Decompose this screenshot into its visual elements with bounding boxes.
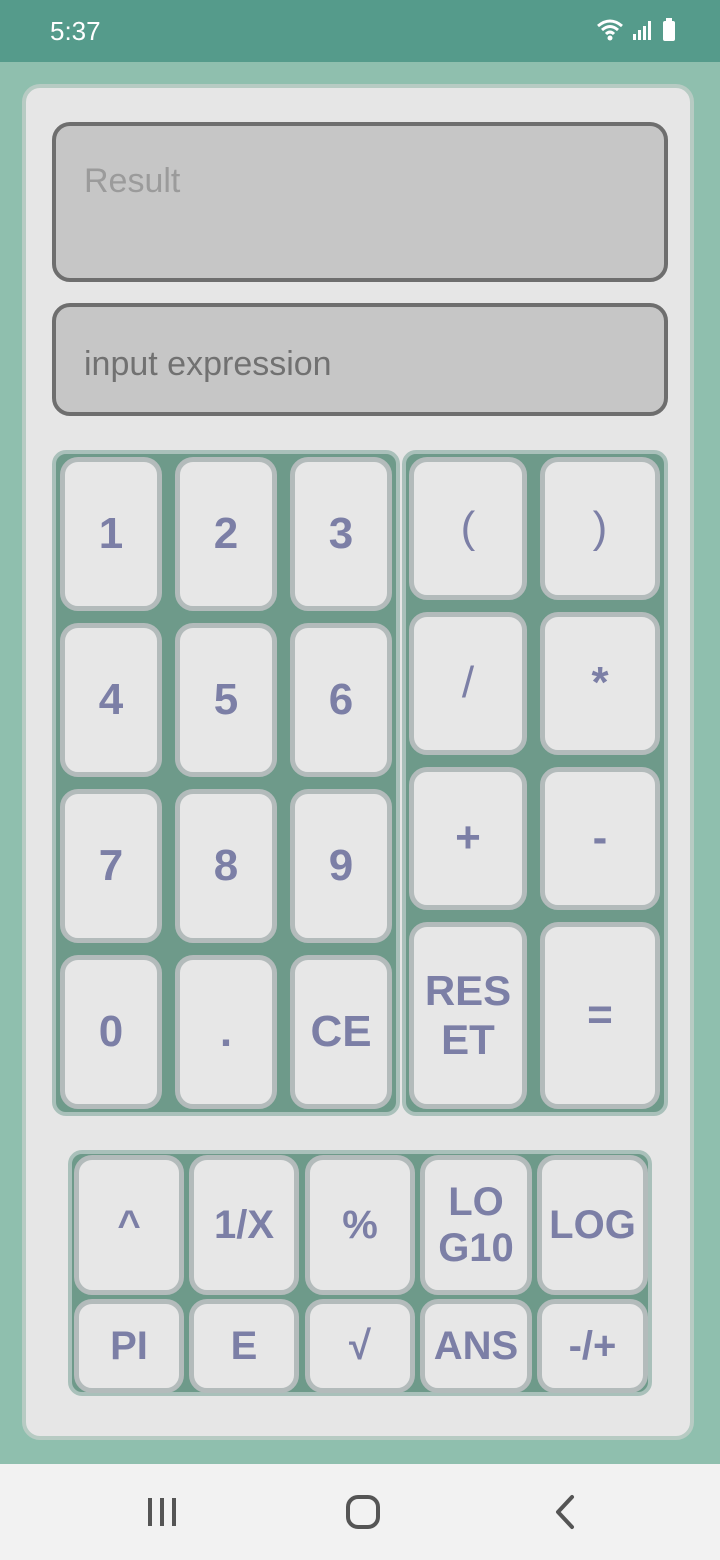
home-icon — [346, 1495, 380, 1529]
key-0[interactable]: 0 — [60, 955, 162, 1109]
key-divide[interactable]: / — [409, 612, 527, 755]
home-button[interactable] — [303, 1464, 423, 1560]
expression-placeholder: input expression — [84, 345, 332, 383]
key-9[interactable]: 9 — [290, 789, 392, 943]
result-placeholder: Result — [84, 162, 181, 200]
back-icon — [556, 1495, 574, 1529]
key-close-paren[interactable]: ) — [540, 457, 660, 600]
key-equals[interactable]: = — [540, 922, 660, 1109]
key-1[interactable]: 1 — [60, 457, 162, 611]
key-negate[interactable]: -/+ — [537, 1299, 648, 1393]
key-8[interactable]: 8 — [175, 789, 277, 943]
key-pi[interactable]: PI — [74, 1299, 184, 1393]
key-euler[interactable]: E — [189, 1299, 299, 1393]
key-log[interactable]: LOG — [537, 1155, 648, 1295]
key-clear-entry[interactable]: CE — [290, 955, 392, 1109]
battery-icon — [663, 18, 675, 41]
signal-icon — [633, 21, 651, 40]
key-7[interactable]: 7 — [60, 789, 162, 943]
key-answer[interactable]: ANS — [420, 1299, 532, 1393]
key-multiply[interactable]: * — [540, 612, 660, 755]
key-5[interactable]: 5 — [175, 623, 277, 777]
result-display[interactable]: Result — [52, 122, 668, 282]
key-open-paren[interactable]: ( — [409, 457, 527, 600]
status-time: 5:37 — [50, 16, 101, 46]
key-decimal[interactable]: . — [175, 955, 277, 1109]
key-6[interactable]: 6 — [290, 623, 392, 777]
key-power[interactable]: ^ — [74, 1155, 184, 1295]
key-reciprocal[interactable]: 1/X — [189, 1155, 299, 1295]
key-plus[interactable]: + — [409, 767, 527, 910]
key-sqrt[interactable]: √ — [305, 1299, 415, 1393]
status-bar: 5:37 — [0, 0, 720, 62]
recents-button[interactable] — [102, 1464, 222, 1560]
navigation-bar — [0, 1464, 720, 1560]
key-2[interactable]: 2 — [175, 457, 277, 611]
recents-icon — [148, 1498, 176, 1526]
key-percent[interactable]: % — [305, 1155, 415, 1295]
key-minus[interactable]: - — [540, 767, 660, 910]
key-log10[interactable]: LOG10 — [420, 1155, 532, 1295]
key-3[interactable]: 3 — [290, 457, 392, 611]
back-button[interactable] — [505, 1464, 625, 1560]
wifi-icon — [597, 19, 623, 41]
expression-input[interactable]: input expression — [52, 303, 668, 416]
status-icons — [596, 18, 676, 42]
key-reset[interactable]: RESET — [409, 922, 527, 1109]
key-4[interactable]: 4 — [60, 623, 162, 777]
